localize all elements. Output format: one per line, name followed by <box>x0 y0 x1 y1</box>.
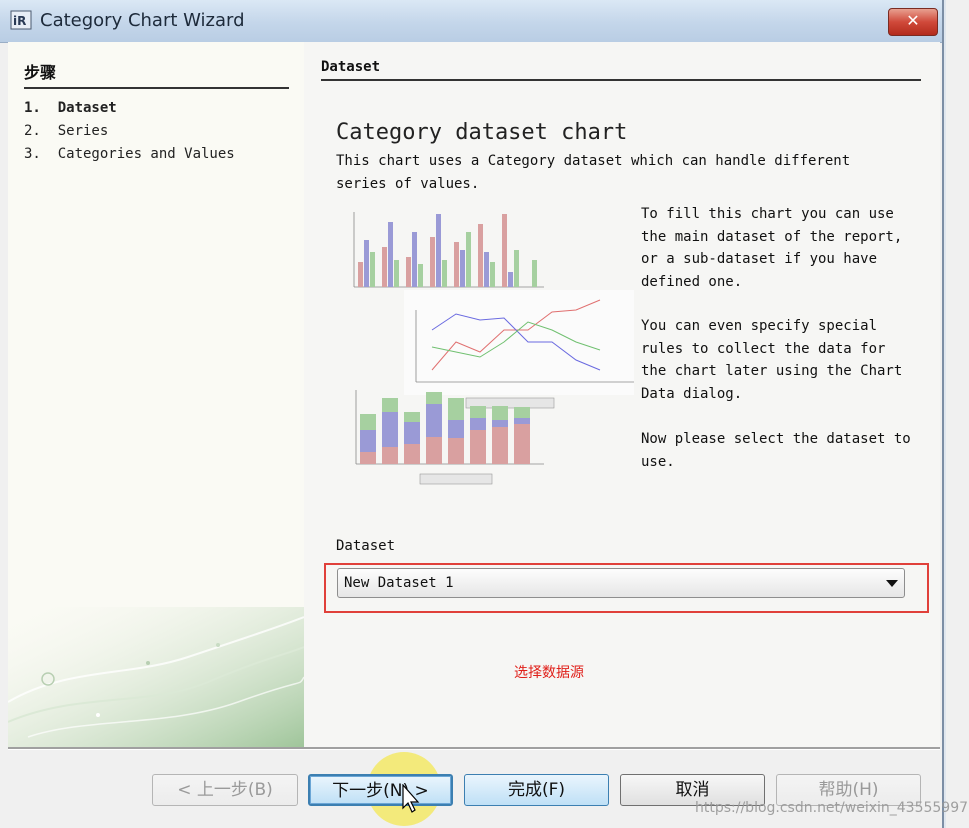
svg-text:iR: iR <box>13 14 26 28</box>
steps-pane: 步骤 1. Dataset 2. Series 3. Categories an… <box>8 42 304 747</box>
dataset-dropdown-value: New Dataset 1 <box>344 575 454 591</box>
section-title: Dataset <box>321 59 921 81</box>
step-dataset: 1. Dataset <box>24 100 117 116</box>
step-series: 2. Series <box>24 123 109 139</box>
annotation-text: 选择数据源 <box>514 665 584 681</box>
close-button[interactable]: ✕ <box>888 8 938 36</box>
page-heading: Category dataset chart <box>336 120 628 145</box>
chevron-down-icon[interactable] <box>886 580 898 587</box>
description-select-dataset: Now please select the dataset to use. <box>641 431 911 470</box>
back-button[interactable]: < 上一步(B) <box>152 774 298 806</box>
app-icon: iR <box>10 10 32 30</box>
window-title: Category Chart Wizard <box>40 10 245 31</box>
wizard-window: iR Category Chart Wizard ✕ 步骤 1. Dataset… <box>0 0 944 828</box>
title-bar: iR Category Chart Wizard ✕ <box>0 0 942 43</box>
decorative-swirl <box>8 607 304 747</box>
step-categories: 3. Categories and Values <box>24 146 235 162</box>
footer-divider <box>8 747 940 750</box>
dataset-label: Dataset <box>336 538 396 554</box>
bar-chart-thumbnail <box>353 212 544 288</box>
main-pane: Dataset Category dataset chart This char… <box>304 42 940 747</box>
finish-button[interactable]: 完成(F) <box>464 774 609 806</box>
chart-preview-image <box>353 212 634 485</box>
line-chart-thumbnail <box>404 290 634 409</box>
intro-text: This chart uses a Category dataset which… <box>336 153 851 192</box>
description-fill-chart: To fill this chart you can use the main … <box>641 206 903 290</box>
dataset-dropdown[interactable]: New Dataset 1 <box>337 568 905 598</box>
background-window-edge <box>946 0 969 828</box>
steps-title: 步骤 <box>24 59 289 89</box>
watermark-text: https://blog.csdn.net/weixin_43555997 <box>695 800 969 816</box>
description-special-rules: You can even specify special rules to co… <box>641 318 903 402</box>
mouse-cursor-icon <box>402 784 420 813</box>
next-button[interactable]: 下一步(N) > <box>308 774 453 806</box>
